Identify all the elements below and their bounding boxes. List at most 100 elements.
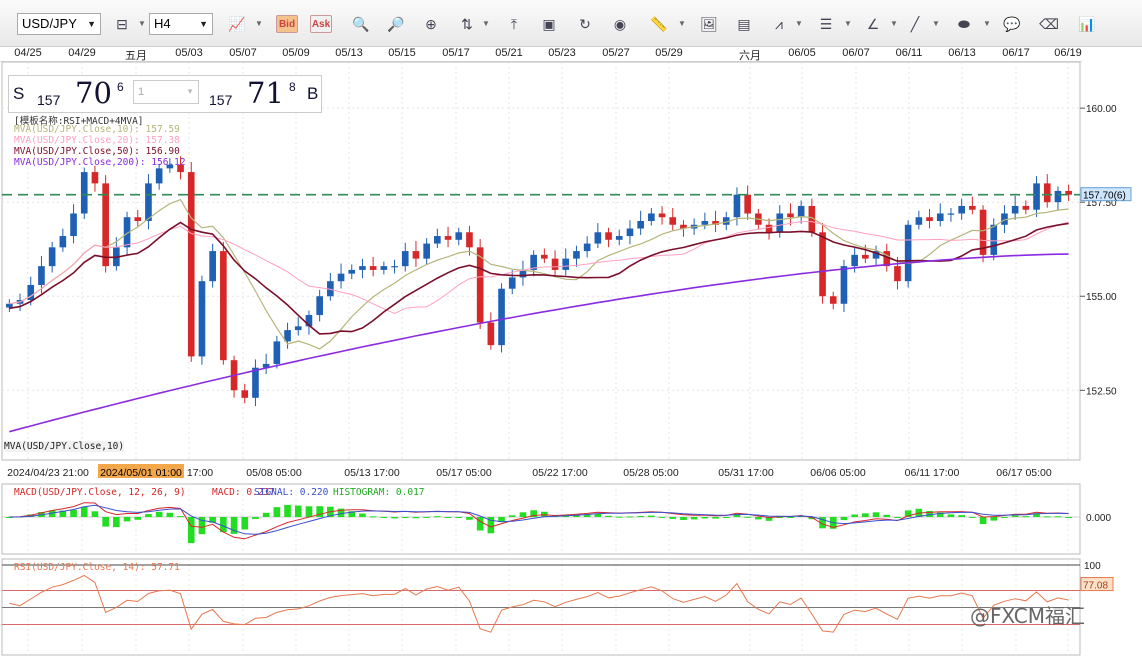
macd-histogram-bar [455, 517, 463, 518]
sell-sup: 6 [117, 80, 124, 94]
candle-body [776, 213, 784, 233]
candle-body [605, 232, 612, 240]
candle-body [444, 236, 452, 240]
candle-body [637, 221, 644, 229]
macd-histogram-bar [969, 516, 976, 518]
bottom-date-label: 05/13 17:00 [344, 467, 400, 479]
macd-histogram-bar [744, 516, 751, 518]
candle-body [134, 217, 142, 221]
candle-body [797, 205, 805, 218]
candle-body [765, 224, 773, 233]
candle-body [840, 266, 848, 304]
macd-histogram-bar [423, 516, 430, 518]
macd-histogram-bar [187, 517, 195, 544]
macd-histogram-bar [701, 517, 709, 519]
macd-histogram-bar [658, 516, 666, 518]
sell-label[interactable]: S [13, 84, 24, 104]
macd-histogram-bar [690, 517, 698, 520]
candle-body [894, 266, 901, 282]
candle-body [669, 217, 677, 225]
macd-histogram-bar [262, 512, 270, 517]
candle-body [434, 236, 441, 244]
candle-body [787, 213, 794, 218]
candle-body [220, 251, 227, 361]
sell-prefix: 157 [37, 92, 61, 108]
rsi-label: RSI(USD/JPY.Close, 14): 57.71 [14, 562, 180, 573]
macd-histogram-bar [434, 516, 441, 518]
macd-histogram-bar [979, 517, 987, 525]
candle-body [904, 224, 912, 282]
macd-histogram-bar [134, 517, 142, 520]
candle-body [958, 205, 965, 214]
candle-body [583, 243, 591, 252]
candle-body [70, 213, 77, 237]
bottom-date-label: 06/17 05:00 [996, 467, 1052, 479]
candle-body [1043, 183, 1051, 203]
macd-histogram-bar [1011, 515, 1019, 517]
macd-histogram-bar [519, 512, 527, 517]
candle-body [198, 281, 206, 357]
candle-body [915, 217, 923, 225]
quote-panel: S 157 70 6 1 ▼ 157 71 8 B [8, 75, 322, 113]
buy-label[interactable]: B [307, 84, 318, 104]
macd-histogram-bar [1065, 517, 1072, 518]
macd-histogram-bar [113, 517, 120, 528]
candle-body [6, 303, 13, 308]
candle-body [455, 232, 463, 240]
macd-histogram-bar [145, 514, 152, 517]
buy-prefix: 157 [209, 92, 233, 108]
candle-body [551, 258, 559, 270]
highlight-date-suffix: 17:00 [187, 467, 213, 479]
candle-body [337, 273, 345, 282]
candle-body [145, 183, 152, 221]
mva50-legend: MVA(USD/JPY.Close,50): 156.90 [14, 146, 180, 157]
candle-body [701, 221, 709, 225]
macd-histogram-bar [872, 512, 880, 517]
macd-histogram-bar [894, 517, 901, 518]
histogram-value-label: HISTOGRAM: 0.017 [333, 487, 425, 498]
candle-body [391, 266, 398, 268]
candle-body [862, 254, 869, 259]
mva10-legend: MVA(USD/JPY.Close,10): 157.59 [14, 124, 180, 135]
macd-histogram-bar [305, 506, 313, 517]
macd-name-label: MACD(USD/JPY.Close, 12, 26, 9) [14, 487, 186, 498]
candle-body [594, 232, 602, 244]
candle-body [626, 228, 634, 237]
macd-histogram-bar [1043, 516, 1051, 518]
macd-histogram-bar [241, 517, 249, 530]
candle-body [359, 266, 366, 270]
bottom-date-label: 05/17 05:00 [436, 467, 492, 479]
macd-histogram-bar [284, 504, 291, 517]
macd-histogram-bar [380, 517, 388, 518]
macd-histogram-bar [637, 515, 644, 517]
candle-body [744, 194, 751, 214]
candle-body [348, 269, 356, 274]
signal-value-label: SIGNAL: 0.220 [254, 487, 329, 498]
macd-histogram-bar [391, 517, 398, 519]
candle-body [541, 254, 548, 259]
amount-input[interactable]: 1 ▼ [133, 80, 199, 104]
candle-body [91, 172, 99, 184]
bottom-date-label: 05/22 17:00 [532, 467, 588, 479]
candle-body [155, 168, 163, 184]
macd-histogram-bar [508, 515, 516, 517]
macd-histogram-bar [273, 507, 281, 517]
macd-histogram-bar [669, 517, 677, 519]
macd-histogram-bar [1001, 517, 1008, 518]
macd-histogram-bar [1054, 516, 1062, 518]
mva20-legend: MVA(USD/JPY.Close,20): 157.38 [14, 135, 180, 146]
candle-body [59, 236, 67, 248]
candle-body [1054, 190, 1062, 203]
candle-body [658, 213, 666, 218]
macd-histogram-bar [476, 517, 484, 531]
candle-body [1011, 205, 1019, 214]
bottom-date-label: 05/08 05:00 [246, 467, 302, 479]
highlight-date-label: 2024/05/01 01:00 [100, 467, 182, 479]
candle-body [423, 243, 430, 259]
macd-histogram-bar [755, 517, 762, 520]
macd-histogram-bar [712, 517, 719, 519]
candle-body [241, 390, 249, 398]
price-tick-label: 155.00 [1086, 292, 1117, 303]
macd-histogram-bar [123, 517, 131, 522]
candle-body [487, 322, 495, 346]
